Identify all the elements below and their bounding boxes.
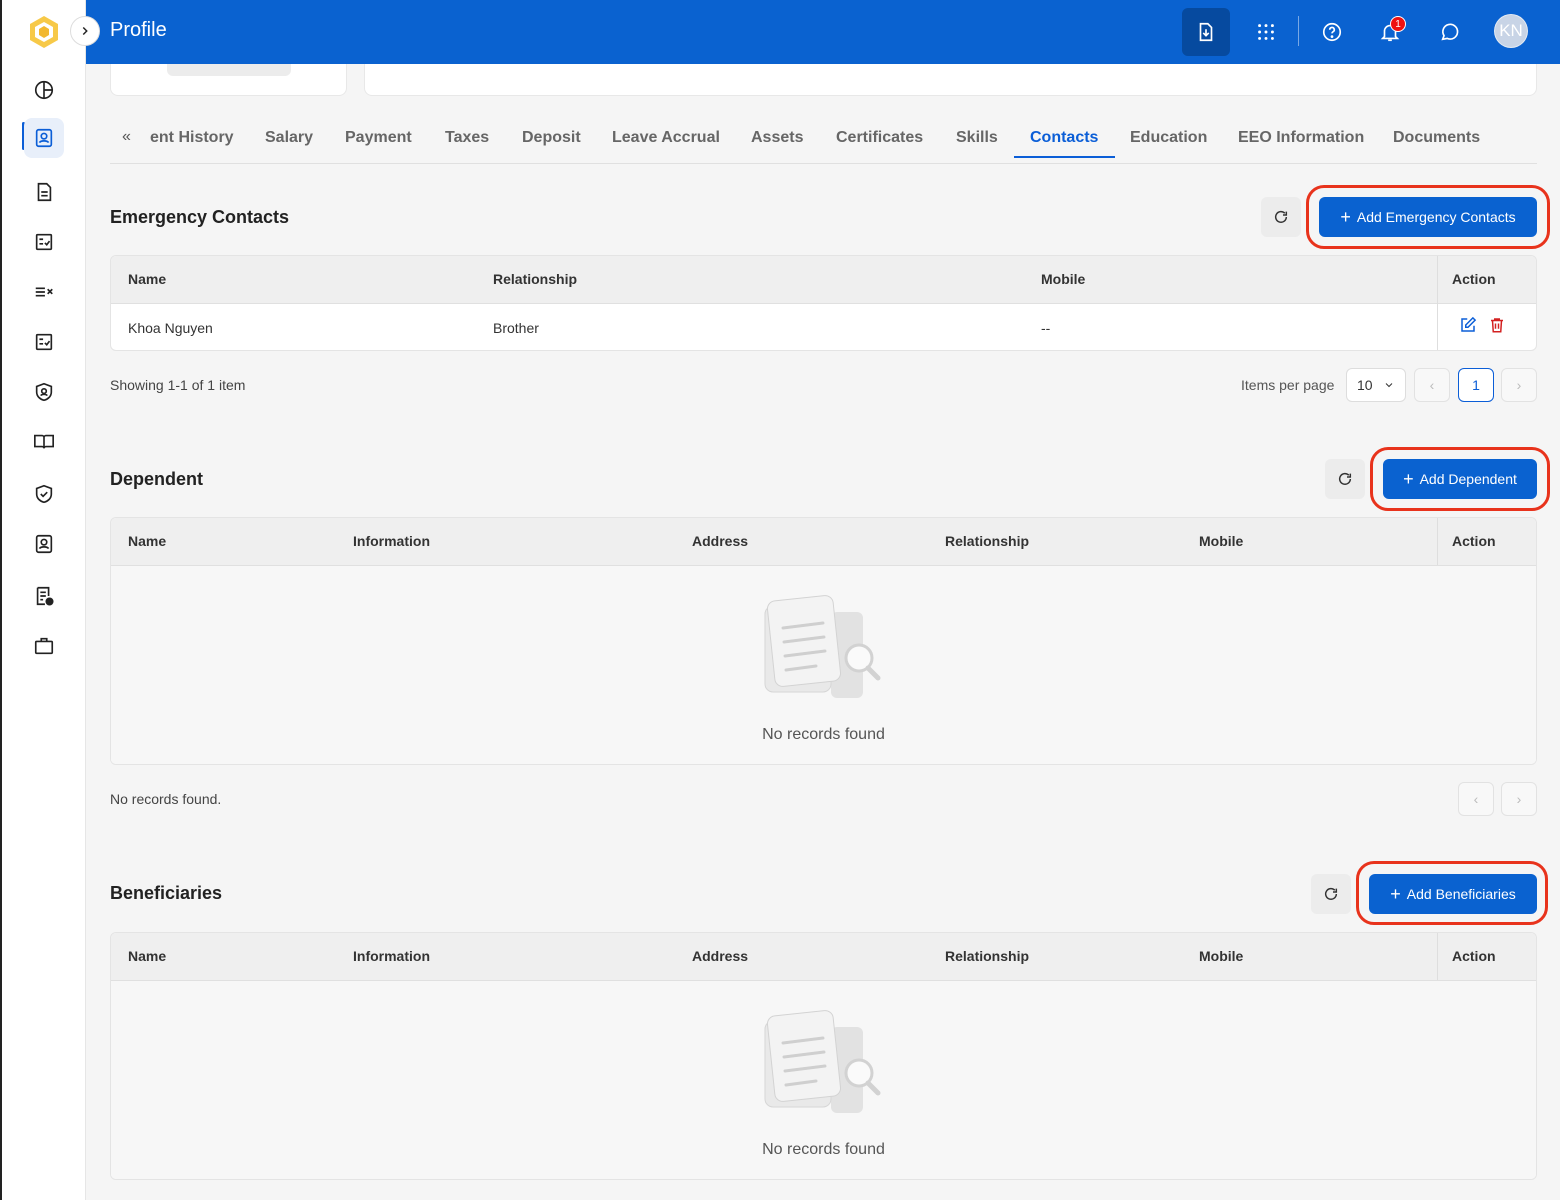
tab-contacts[interactable]: Contacts (1030, 129, 1098, 147)
column-header: Information (353, 533, 430, 549)
delete-icon[interactable] (1488, 316, 1506, 339)
dependent-refresh-button[interactable] (1325, 459, 1365, 499)
refresh-icon (1338, 472, 1352, 485)
column-header: Relationship (945, 533, 1030, 549)
no-records-illustration-icon (764, 1010, 881, 1113)
compliance-shield-icon[interactable] (24, 474, 64, 514)
empty-state: No records found (111, 566, 1536, 764)
dependent-footer-text: No records found. (110, 791, 222, 807)
tab-documents[interactable]: Documents (1393, 129, 1480, 147)
refresh-icon (1274, 210, 1288, 223)
column-header: Name (128, 533, 167, 549)
tab-deposit[interactable]: Deposit (522, 129, 581, 147)
handbook-icon[interactable] (24, 422, 64, 462)
active-tab-underline (1014, 156, 1115, 158)
task-list-icon[interactable] (24, 222, 64, 262)
column-header: Address (692, 948, 749, 964)
dependent-title: Dependent (110, 469, 204, 489)
column-header: Information (353, 948, 430, 964)
help-icon[interactable] (1308, 8, 1356, 56)
header-divider (1298, 16, 1299, 46)
dependent-table: Name Information Address Relationship Mo… (110, 517, 1537, 765)
tab-leave-accrual[interactable]: Leave Accrual (612, 129, 720, 147)
tab-assets[interactable]: Assets (751, 129, 803, 147)
tab-employment-history[interactable]: ent History (150, 129, 234, 147)
user-avatar[interactable]: KN (1494, 14, 1528, 48)
column-header: Address (692, 533, 749, 549)
table-header: Name Relationship Mobile Action (111, 256, 1536, 304)
tab-payment[interactable]: Payment (345, 129, 412, 147)
briefcase-icon[interactable] (24, 626, 64, 666)
table-header: Name Information Address Relationship Mo… (111, 518, 1536, 566)
column-header: Mobile (1199, 948, 1244, 964)
notification-bell-icon[interactable]: 1 (1366, 8, 1414, 56)
column-header: Action (1452, 948, 1496, 964)
chevron-right-icon (82, 26, 88, 36)
column-header: Mobile (1199, 533, 1244, 549)
column-header: Name (128, 271, 167, 287)
page-number-button[interactable]: 1 (1458, 368, 1494, 402)
refresh-icon (1324, 887, 1338, 900)
items-per-page-label: Items per page (1241, 377, 1335, 393)
empty-state-text: No records found (762, 726, 885, 743)
tab-taxes[interactable]: Taxes (445, 129, 489, 147)
beneficiaries-refresh-button[interactable] (1311, 874, 1351, 914)
download-icon[interactable] (1182, 8, 1230, 56)
items-per-page-select[interactable]: 10 (1346, 368, 1406, 402)
tab-salary[interactable]: Salary (265, 129, 313, 147)
tab-certificates[interactable]: Certificates (836, 129, 923, 147)
profile-tabs: « ent History Salary Payment Taxes Depos… (110, 116, 1537, 164)
profile-details-card (364, 64, 1537, 96)
chat-icon[interactable] (1426, 8, 1474, 56)
beneficiaries-title: Beneficiaries (110, 883, 223, 903)
column-header: Name (128, 948, 167, 964)
empty-state-text: No records found (762, 1141, 885, 1158)
tab-skills[interactable]: Skills (956, 129, 998, 147)
next-page-button[interactable]: › (1501, 782, 1537, 816)
add-dependent-button[interactable]: + Add Dependent (1383, 459, 1537, 499)
tab-education[interactable]: Education (1130, 129, 1207, 147)
tabs-scroll-left-icon[interactable]: « (122, 128, 131, 146)
sidebar (0, 0, 86, 1200)
column-header: Relationship (945, 948, 1030, 964)
checklist-icon[interactable] (24, 272, 64, 312)
sidebar-toggle-button[interactable] (70, 16, 100, 46)
contact-relationship-cell: Brother (493, 320, 539, 336)
security-icon[interactable] (24, 372, 64, 412)
prev-page-button[interactable]: ‹ (1414, 368, 1450, 402)
next-page-button[interactable]: › (1501, 368, 1537, 402)
profile-icon[interactable] (24, 118, 64, 158)
chevron-down-icon (1385, 383, 1392, 388)
tab-eeo-information[interactable]: EEO Information (1238, 129, 1364, 147)
column-header: Relationship (493, 271, 578, 287)
add-beneficiaries-button[interactable]: + Add Beneficiaries (1369, 874, 1537, 914)
dashboard-icon[interactable] (24, 70, 64, 110)
directory-icon[interactable] (24, 524, 64, 564)
contact-name-cell: Khoa Nguyen (128, 320, 213, 336)
edit-icon[interactable] (1459, 316, 1477, 339)
contact-mobile-cell: -- (1041, 320, 1051, 336)
apps-grid-icon[interactable] (1242, 8, 1290, 56)
report-icon[interactable] (24, 576, 64, 616)
add-emergency-contacts-button[interactable]: + Add Emergency Contacts (1319, 197, 1537, 237)
emergency-contacts-title: Emergency Contacts (110, 207, 290, 227)
app-logo-icon[interactable] (26, 14, 62, 50)
column-header: Mobile (1041, 271, 1086, 287)
beneficiaries-table: Name Information Address Relationship Mo… (110, 932, 1537, 1180)
emergency-refresh-button[interactable] (1261, 197, 1301, 237)
top-header: Profile 1 KN (86, 0, 1560, 64)
profile-summary-card (110, 64, 347, 96)
pagination-summary: Showing 1-1 of 1 item (110, 377, 246, 393)
column-header: Action (1452, 271, 1496, 287)
table-header: Name Information Address Relationship Mo… (111, 933, 1536, 981)
no-records-illustration-icon (764, 595, 881, 698)
notification-badge: 1 (1390, 16, 1406, 32)
document-icon[interactable] (24, 172, 64, 212)
empty-state: No records found (111, 981, 1536, 1179)
page-title: Profile (110, 19, 167, 41)
prev-page-button[interactable]: ‹ (1458, 782, 1494, 816)
emergency-contacts-table: Name Relationship Mobile Action Khoa Ngu… (110, 255, 1537, 351)
approval-icon[interactable] (24, 322, 64, 362)
column-header: Action (1452, 533, 1496, 549)
